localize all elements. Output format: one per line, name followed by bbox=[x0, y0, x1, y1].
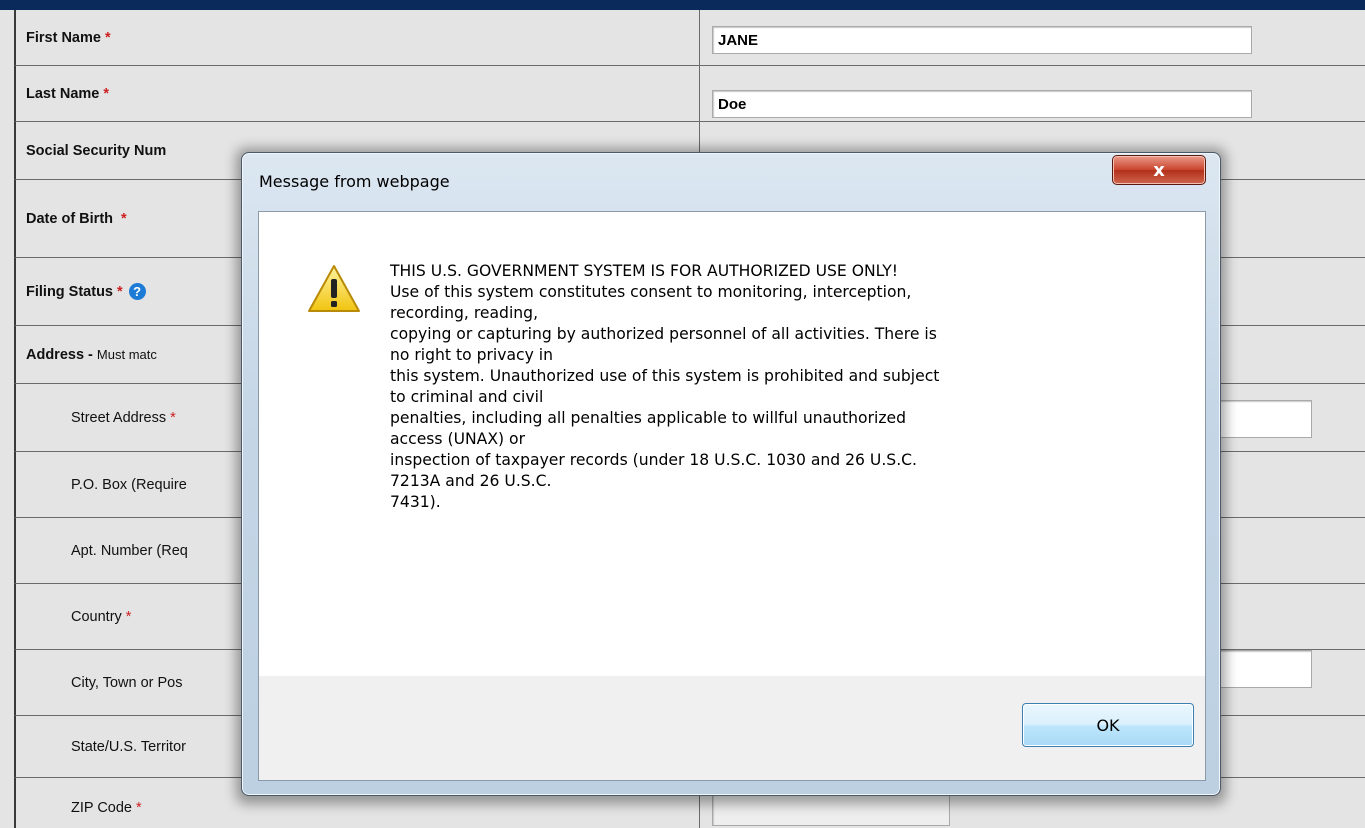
dialog-body: THIS U.S. GOVERNMENT SYSTEM IS FOR AUTHO… bbox=[258, 211, 1206, 781]
ok-button[interactable]: OK bbox=[1022, 703, 1194, 747]
dialog-message-line: no right to privacy in bbox=[390, 346, 553, 364]
message-dialog: Message from webpage x THIS U.S. GOVERNM… bbox=[241, 152, 1221, 796]
dialog-footer: OK bbox=[259, 676, 1205, 780]
first-name-input[interactable]: JANE bbox=[712, 26, 1252, 54]
last-name-label: Last Name * bbox=[16, 66, 700, 121]
dialog-message-line: penalties, including all penalties appli… bbox=[390, 409, 906, 427]
required-marker: * bbox=[170, 409, 176, 426]
first-name-label: First Name * bbox=[16, 10, 700, 65]
dialog-message-line: copying or capturing by authorized perso… bbox=[390, 325, 937, 343]
top-bar bbox=[0, 0, 1365, 10]
first-name-row: First Name * JANE bbox=[14, 10, 1365, 66]
dialog-message-line: inspection of taxpayer records (under 18… bbox=[390, 451, 917, 469]
last-name-input[interactable]: Doe bbox=[712, 90, 1252, 118]
dialog-message-line: 7213A and 26 U.S.C. bbox=[390, 472, 552, 490]
required-marker: * bbox=[125, 608, 132, 625]
address-hint: Must matc bbox=[96, 347, 157, 362]
dialog-title: Message from webpage bbox=[259, 172, 450, 191]
dialog-message-line: access (UNAX) or bbox=[390, 430, 526, 448]
warning-icon bbox=[308, 265, 360, 312]
dialog-message-line: to criminal and civil bbox=[390, 388, 544, 406]
required-marker: * bbox=[121, 210, 127, 227]
dialog-message-line: Use of this system constitutes consent t… bbox=[390, 283, 912, 301]
dialog-message-line: THIS U.S. GOVERNMENT SYSTEM IS FOR AUTHO… bbox=[390, 262, 899, 280]
required-marker: * bbox=[117, 283, 123, 300]
last-name-row: Last Name * Doe bbox=[14, 66, 1365, 122]
help-icon[interactable]: ? bbox=[128, 283, 146, 300]
dialog-message-line: recording, reading, bbox=[390, 304, 539, 322]
dialog-message-line: 7431). bbox=[390, 493, 441, 511]
required-marker: * bbox=[103, 85, 109, 102]
required-marker: * bbox=[136, 800, 142, 816]
required-marker: * bbox=[104, 29, 111, 46]
dialog-content: THIS U.S. GOVERNMENT SYSTEM IS FOR AUTHO… bbox=[259, 212, 1205, 676]
close-button[interactable]: x bbox=[1112, 155, 1206, 185]
dialog-message-line: this system. Unauthorized use of this sy… bbox=[390, 367, 940, 385]
page: First Name * JANE Last Name * Doe Social S… bbox=[0, 0, 1365, 828]
dialog-message: THIS U.S. GOVERNMENT SYSTEM IS FOR AUTHO… bbox=[390, 261, 1180, 513]
